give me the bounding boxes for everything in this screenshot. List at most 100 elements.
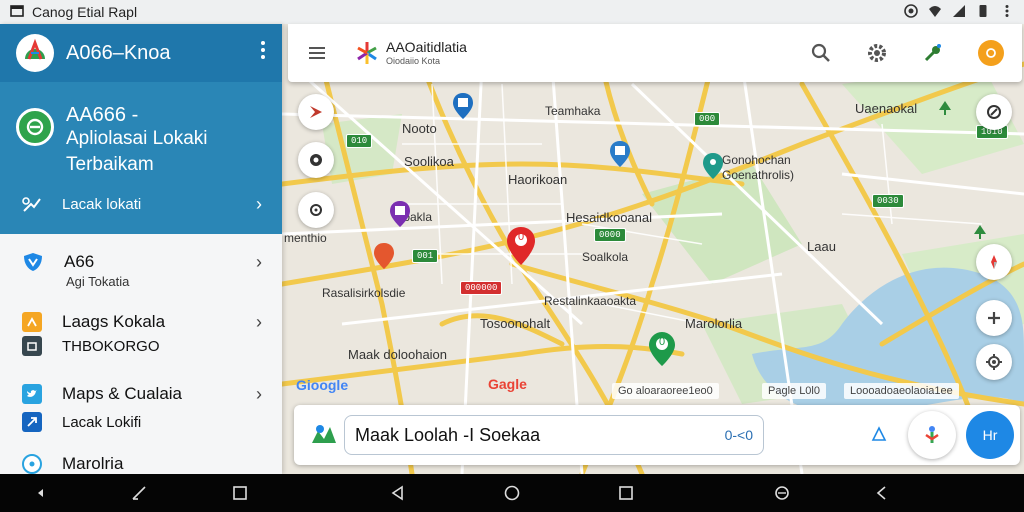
my-location-icon <box>986 354 1002 370</box>
drawer-logo <box>16 34 54 72</box>
map-label: Maak doloohaion <box>348 347 448 362</box>
bottom-search-bar: Maak Loolah -I Soekaa 0-<0 Hr <box>294 405 1020 465</box>
route-shield: 001 <box>412 249 439 263</box>
back-small-icon[interactable] <box>32 484 50 502</box>
route-shield: 000 <box>694 112 721 126</box>
more-vert-icon[interactable] <box>260 40 266 66</box>
track-location-link[interactable]: Lacak lokati › <box>22 194 262 215</box>
recents-icon[interactable] <box>617 484 635 502</box>
bookmark-icon <box>310 106 322 118</box>
drawer-title: A066–Knoa <box>66 41 171 64</box>
map-pin-icon[interactable] <box>389 200 411 228</box>
map-label: Goenathrolis) <box>722 168 795 182</box>
rotate-icon[interactable] <box>773 484 791 502</box>
chevron-right-icon: › <box>256 194 262 214</box>
map-label: Marolorlia <box>685 316 743 331</box>
go-button[interactable]: Hr <box>966 411 1014 459</box>
calendar-icon <box>22 336 42 356</box>
map-pin-icon[interactable] <box>609 140 631 168</box>
search-icon[interactable] <box>810 42 832 64</box>
hero-line-1: AA666 - <box>66 104 139 126</box>
drawer-item-laags[interactable]: Laags Kokala › THBOKORGO <box>22 310 262 358</box>
map-pin-icon[interactable] <box>452 92 474 120</box>
twitter-bird-icon <box>22 384 42 404</box>
route-shield: 0000 <box>594 228 626 242</box>
record-button[interactable] <box>298 142 334 178</box>
pin-label: 0 <box>658 336 666 348</box>
menu-dots-icon <box>1000 4 1014 21</box>
sync-icon <box>904 3 918 21</box>
directions-icon <box>987 105 1001 119</box>
drawer-item-marolria[interactable]: Marolria <box>22 452 262 474</box>
chevron-right-icon: › <box>256 383 262 404</box>
square-icon[interactable] <box>231 484 249 502</box>
navigation-drawer: A066–Knoa AA666 - Apliolasai Lokaki Terb… <box>0 24 282 474</box>
drawer-item-sub: Lacak Lokifi <box>62 413 142 431</box>
target-icon <box>310 204 322 216</box>
screen: Canog Etial Rapl Teamhaka Nooto Soolikoa… <box>0 0 1024 512</box>
top-app-bar: AAOaitidlatia Oiodaiio Kota <box>288 24 1022 82</box>
edit-icon[interactable] <box>130 484 148 502</box>
map-label: Nooto <box>402 121 437 136</box>
directions-button[interactable] <box>976 94 1012 130</box>
my-location-button[interactable] <box>976 344 1012 380</box>
go-button-label: Hr <box>982 427 998 443</box>
map-label: Hesaidkooanal <box>566 210 653 225</box>
gear-icon[interactable] <box>866 42 888 64</box>
map-pin-icon[interactable] <box>373 242 395 270</box>
wifi-icon <box>928 4 942 21</box>
target-button[interactable] <box>298 192 334 228</box>
zoom-in-button[interactable] <box>976 300 1012 336</box>
drawer-item-a66[interactable]: A66 › Agi Tokatia <box>22 250 262 289</box>
chevron-right-icon: › <box>256 311 262 332</box>
hamburger-menu-icon[interactable] <box>306 42 328 64</box>
selected-location-pin[interactable]: 0 <box>506 226 536 266</box>
location-share-icon[interactable] <box>922 42 944 64</box>
search-input[interactable]: Maak Loolah -I Soekaa 0-<0 <box>344 415 764 455</box>
app-window-icon <box>10 4 24 21</box>
back-icon[interactable] <box>389 484 407 502</box>
map-label: Soalkola <box>582 250 629 264</box>
route-shield: 010 <box>346 134 373 148</box>
account-icon <box>986 48 996 58</box>
circle-icon <box>22 454 42 474</box>
keyboard-hide-icon[interactable] <box>873 484 891 502</box>
map-pin-icon[interactable] <box>702 152 724 180</box>
drawer-item-sub: THBOKORGO <box>62 337 160 355</box>
brand-logo-icon <box>21 38 49 67</box>
route-icon <box>22 196 41 212</box>
map-label: menthio <box>284 231 327 245</box>
signal-icon <box>952 4 966 21</box>
drawer-item-maps[interactable]: Maps & Cualaia › Lacak Lokifi <box>22 382 262 434</box>
tree-marker-icon <box>974 225 986 239</box>
home-icon[interactable] <box>503 484 521 502</box>
map-label: Tosoonohalt <box>480 316 551 331</box>
map-label: Gonohochan <box>722 153 791 167</box>
map-label: Restalinkaaoakta <box>544 294 637 308</box>
app-title: Canog Etial Rapl <box>32 4 138 20</box>
map-label: Teamhaka <box>545 104 601 118</box>
layers-button[interactable] <box>298 94 334 130</box>
compass-button[interactable] <box>976 244 1012 280</box>
flag-icon <box>22 312 42 332</box>
navigation-arrow-icon[interactable] <box>870 425 888 443</box>
profile-avatar[interactable] <box>978 40 1004 66</box>
app-badge-icon <box>16 108 54 146</box>
pin-label: 0 <box>517 231 525 243</box>
google-logo-secondary: Gagle <box>488 376 527 392</box>
map-label: Soolikoa <box>404 154 454 169</box>
map-label: Laau <box>807 239 836 254</box>
destination-pin[interactable]: 0 <box>648 331 676 367</box>
status-bar: Canog Etial Rapl <box>0 0 1024 24</box>
compass-icon <box>991 255 997 269</box>
drawer-item-sub: Agi Tokatia <box>66 274 130 289</box>
voice-search-button[interactable] <box>908 411 956 459</box>
battery-icon <box>976 4 990 21</box>
send-icon <box>22 412 42 432</box>
topbar-subtitle: Oiodaiio Kota <box>386 56 441 66</box>
map-label: Uaenaokal <box>855 101 918 116</box>
search-input-text: Maak Loolah -I Soekaa <box>355 424 541 445</box>
map-attribution: Loooadoaeolaoia1ee <box>844 383 959 399</box>
hero-line-3: Terbaikam <box>66 154 154 175</box>
assistant-icon <box>925 426 939 443</box>
